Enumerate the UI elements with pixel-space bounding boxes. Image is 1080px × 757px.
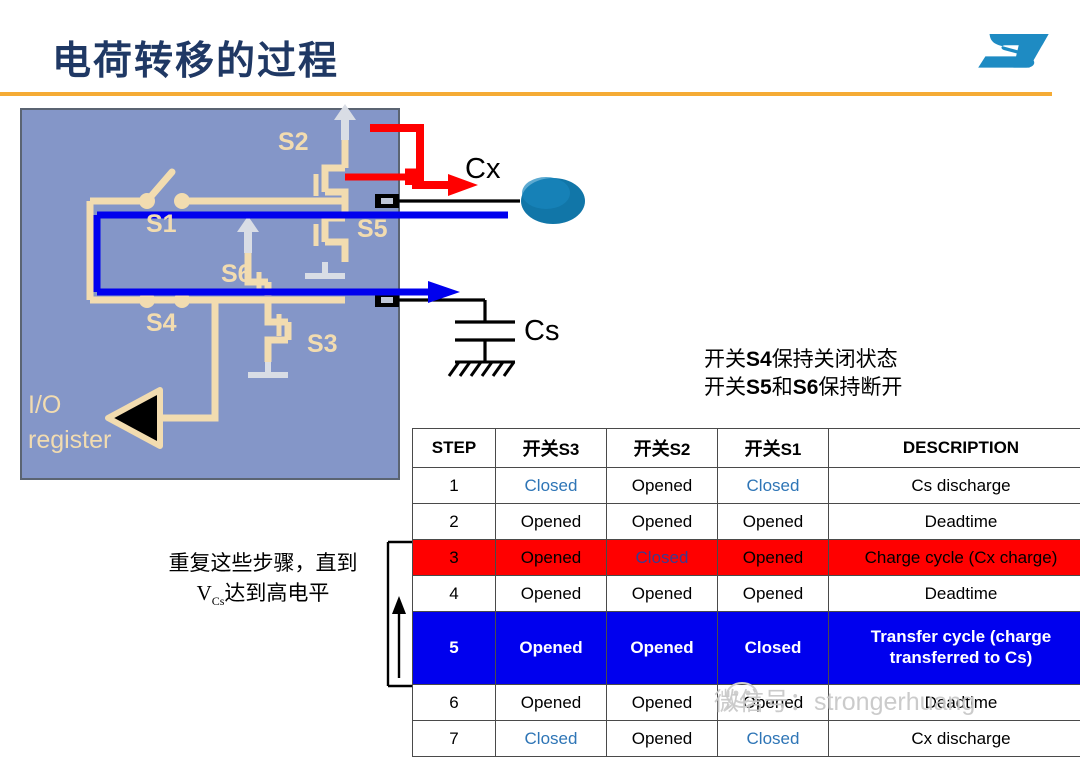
header-s1-pre: 开关 bbox=[745, 439, 781, 459]
label-s6: S6 bbox=[221, 260, 252, 288]
cell-description: Cs discharge bbox=[829, 468, 1080, 504]
cell-switch-s2: Closed bbox=[607, 540, 718, 576]
cell-step: 6 bbox=[413, 685, 496, 721]
cell-switch-s1: Opened bbox=[718, 504, 829, 540]
cell-switch-s3: Opened bbox=[496, 540, 607, 576]
label-s2: S2 bbox=[278, 128, 309, 156]
cell-switch-s1: Closed bbox=[718, 468, 829, 504]
label-cs: Cs bbox=[524, 315, 559, 347]
cell-switch-s2: Opened bbox=[607, 685, 718, 721]
cell-description: Deadtime bbox=[829, 576, 1080, 612]
header-step: STEP bbox=[413, 429, 496, 468]
cell-switch-s3: Closed bbox=[496, 468, 607, 504]
title-divider bbox=[0, 92, 1052, 96]
cell-switch-s1: Closed bbox=[718, 721, 829, 757]
table-row: 4OpenedOpenedOpenedDeadtime bbox=[413, 576, 1080, 612]
cell-description: Cx discharge bbox=[829, 721, 1080, 757]
cell-step: 4 bbox=[413, 576, 496, 612]
header-s1-sw: S1 bbox=[781, 440, 802, 459]
header-s3-pre: 开关 bbox=[523, 439, 559, 459]
note-r2-sw1: S5 bbox=[746, 376, 772, 399]
label-s3: S3 bbox=[307, 330, 338, 358]
cell-switch-s2: Opened bbox=[607, 576, 718, 612]
table-row: 6OpenedOpenedOpenedDeadtime bbox=[413, 685, 1080, 721]
cell-switch-s3: Opened bbox=[496, 576, 607, 612]
note-r1-sw: S4 bbox=[746, 348, 772, 371]
cell-switch-s2: Opened bbox=[607, 468, 718, 504]
table-row: 5OpenedOpenedClosedTransfer cycle (charg… bbox=[413, 612, 1080, 685]
label-s5: S5 bbox=[357, 215, 388, 243]
header-switch-s3: 开关S3 bbox=[496, 429, 607, 468]
header-s2-pre: 开关 bbox=[634, 439, 670, 459]
cell-step: 7 bbox=[413, 721, 496, 757]
label-s4: S4 bbox=[146, 309, 177, 337]
cell-switch-s1: Closed bbox=[718, 612, 829, 685]
header-s3-sw: S3 bbox=[559, 440, 580, 459]
cell-description: Deadtime bbox=[829, 685, 1080, 721]
repeat-note-line2: VCs达到高电平 bbox=[138, 578, 388, 611]
cell-switch-s1: Opened bbox=[718, 540, 829, 576]
note-r2-post: 保持断开 bbox=[818, 375, 902, 399]
cell-switch-s3: Opened bbox=[496, 504, 607, 540]
cell-switch-s2: Opened bbox=[607, 721, 718, 757]
table-row: 1ClosedOpenedClosedCs discharge bbox=[413, 468, 1080, 504]
cell-step: 5 bbox=[413, 612, 496, 685]
switch-state-note: 开关S4保持关闭状态 开关S5和S6保持断开 bbox=[704, 346, 902, 401]
cell-step: 3 bbox=[413, 540, 496, 576]
note-r1-post: 保持关闭状态 bbox=[772, 347, 898, 371]
cell-description: Deadtime bbox=[829, 504, 1080, 540]
table-row: 3OpenedClosedOpenedCharge cycle (Cx char… bbox=[413, 540, 1080, 576]
note-r2-pre: 开关 bbox=[704, 375, 746, 399]
label-io-1: I/O bbox=[28, 391, 61, 419]
cell-switch-s1: Opened bbox=[718, 576, 829, 612]
header-description: DESCRIPTION bbox=[829, 429, 1080, 468]
repeat-note-line1: 重复这些步骤，直到 bbox=[138, 548, 388, 578]
note-r2-sw2: S6 bbox=[793, 376, 819, 399]
page-title: 电荷转移的过程 bbox=[52, 30, 339, 86]
cell-switch-s3: Closed bbox=[496, 721, 607, 757]
table-header-row: STEP 开关S3 开关S2 开关S1 DESCRIPTION bbox=[413, 429, 1080, 468]
repeat-steps-note: 重复这些步骤，直到 VCs达到高电平 bbox=[138, 548, 388, 611]
cell-description: Charge cycle (Cx charge) bbox=[829, 540, 1080, 576]
note-r1-pre: 开关 bbox=[704, 347, 746, 371]
label-cx: Cx bbox=[465, 153, 501, 185]
cell-step: 2 bbox=[413, 504, 496, 540]
vcs-sub: Cs bbox=[212, 595, 225, 609]
table-row: 7ClosedOpenedClosedCx discharge bbox=[413, 721, 1080, 757]
vcs-v: V bbox=[197, 581, 212, 605]
st-logo-icon bbox=[975, 24, 1055, 76]
header-switch-s2: 开关S2 bbox=[607, 429, 718, 468]
header-switch-s1: 开关S1 bbox=[718, 429, 829, 468]
label-io-2: register bbox=[28, 426, 111, 454]
vcs-rest: 达到高电平 bbox=[224, 581, 329, 605]
cell-switch-s2: Opened bbox=[607, 612, 718, 685]
cell-description: Transfer cycle (charge transferred to Cs… bbox=[829, 612, 1080, 685]
cell-switch-s3: Opened bbox=[496, 685, 607, 721]
cell-switch-s1: Opened bbox=[718, 685, 829, 721]
slide-root: 电荷转移的过程 bbox=[0, 0, 1080, 749]
label-s1: S1 bbox=[146, 210, 177, 238]
table-body: 1ClosedOpenedClosedCs discharge2OpenedOp… bbox=[413, 468, 1080, 757]
cell-switch-s3: Opened bbox=[496, 612, 607, 685]
header-s2-sw: S2 bbox=[670, 440, 691, 459]
table-row: 2OpenedOpenedOpenedDeadtime bbox=[413, 504, 1080, 540]
cell-switch-s2: Opened bbox=[607, 504, 718, 540]
charge-transfer-step-table: STEP 开关S3 开关S2 开关S1 DESCRIPTION 1ClosedO… bbox=[412, 428, 1080, 757]
note-r2-mid: 和 bbox=[772, 375, 793, 399]
cell-step: 1 bbox=[413, 468, 496, 504]
